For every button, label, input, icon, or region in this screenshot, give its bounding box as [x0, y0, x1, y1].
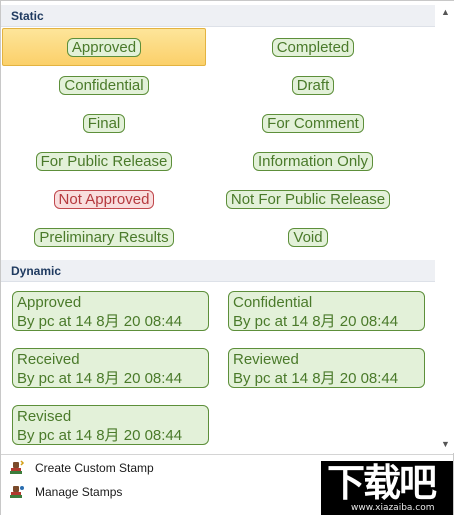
- dynamic-stamp-byline: By pc at 14 8月 20 08:44: [17, 370, 183, 387]
- watermark-logo-text: 下载吧: [327, 461, 437, 505]
- stamp-approved[interactable]: Approved: [2, 28, 206, 66]
- stamp-palette-panel: Static Approved Completed Confidential D…: [0, 0, 454, 516]
- site-watermark-logo: 下载吧 www.xiazaiba.com: [321, 461, 453, 515]
- stamp-label: For Comment: [262, 113, 364, 133]
- dynamic-stamp-reviewed[interactable]: Reviewed By pc at 14 8月 20 08:44: [228, 348, 425, 388]
- stamp-label: For Public Release: [35, 151, 173, 171]
- dynamic-stamp-revised[interactable]: Revised By pc at 14 8月 20 08:44: [12, 405, 209, 445]
- stamp-label: Approved: [66, 37, 142, 57]
- stamp-for-comment[interactable]: For Comment: [211, 104, 415, 142]
- stamp-create-icon: [9, 460, 25, 476]
- stamp-label: Not For Public Release: [225, 189, 391, 209]
- stamp-label: Information Only: [252, 151, 374, 171]
- dynamic-stamp-title: Approved: [17, 294, 82, 311]
- stamp-label: Void: [288, 227, 328, 247]
- dynamic-stamp-title: Revised: [17, 408, 72, 425]
- dynamic-stamp-byline: By pc at 14 8月 20 08:44: [233, 313, 399, 330]
- dynamic-stamp-title: Received: [17, 351, 80, 368]
- dynamic-stamp-title: Confidential: [233, 294, 313, 311]
- stamp-not-approved[interactable]: Not Approved: [2, 180, 206, 218]
- manage-stamps-item[interactable]: Manage Stamps: [1, 480, 321, 504]
- watermark-url: www.xiazaiba.com: [351, 503, 435, 513]
- static-section-header: Static: [1, 5, 435, 27]
- dynamic-section-header: Dynamic: [1, 260, 435, 282]
- dynamic-stamp-title: Reviewed: [233, 351, 299, 368]
- stamp-draft[interactable]: Draft: [211, 66, 415, 104]
- dynamic-stamp-approved[interactable]: Approved By pc at 14 8月 20 08:44: [12, 291, 209, 331]
- stamp-preliminary-results[interactable]: Preliminary Results: [2, 218, 206, 256]
- vertical-scrollbar[interactable]: ▲ ▼: [437, 1, 454, 453]
- dynamic-stamp-confidential[interactable]: Confidential By pc at 14 8月 20 08:44: [228, 291, 425, 331]
- triangle-up-icon[interactable]: ▲: [437, 5, 454, 19]
- stamp-label: Confidential: [59, 75, 149, 95]
- stamp-manage-icon: [9, 484, 25, 500]
- manage-stamps-label: Manage Stamps: [35, 485, 123, 499]
- stamp-final[interactable]: Final: [2, 104, 206, 142]
- dynamic-stamp-received[interactable]: Received By pc at 14 8月 20 08:44: [12, 348, 209, 388]
- dynamic-stamp-byline: By pc at 14 8月 20 08:44: [233, 370, 399, 387]
- stamp-completed[interactable]: Completed: [211, 28, 415, 66]
- create-custom-stamp-item[interactable]: Create Custom Stamp: [1, 456, 321, 480]
- stamp-label: Preliminary Results: [34, 227, 174, 247]
- stamp-confidential[interactable]: Confidential: [2, 66, 206, 104]
- create-custom-stamp-label: Create Custom Stamp: [35, 461, 154, 475]
- stamp-not-for-public-release[interactable]: Not For Public Release: [206, 180, 410, 218]
- stamp-list: Static Approved Completed Confidential D…: [1, 1, 437, 453]
- stamp-void[interactable]: Void: [206, 218, 410, 256]
- stamp-label: Final: [82, 113, 126, 133]
- stamp-information-only[interactable]: Information Only: [211, 142, 415, 180]
- stamp-label: Not Approved: [53, 189, 155, 209]
- stamp-label: Completed: [271, 37, 355, 57]
- stamp-for-public-release[interactable]: For Public Release: [2, 142, 206, 180]
- stamp-label: Draft: [291, 75, 335, 95]
- triangle-down-icon[interactable]: ▼: [437, 437, 454, 451]
- dynamic-stamp-byline: By pc at 14 8月 20 08:44: [17, 427, 183, 444]
- dynamic-stamp-byline: By pc at 14 8月 20 08:44: [17, 313, 183, 330]
